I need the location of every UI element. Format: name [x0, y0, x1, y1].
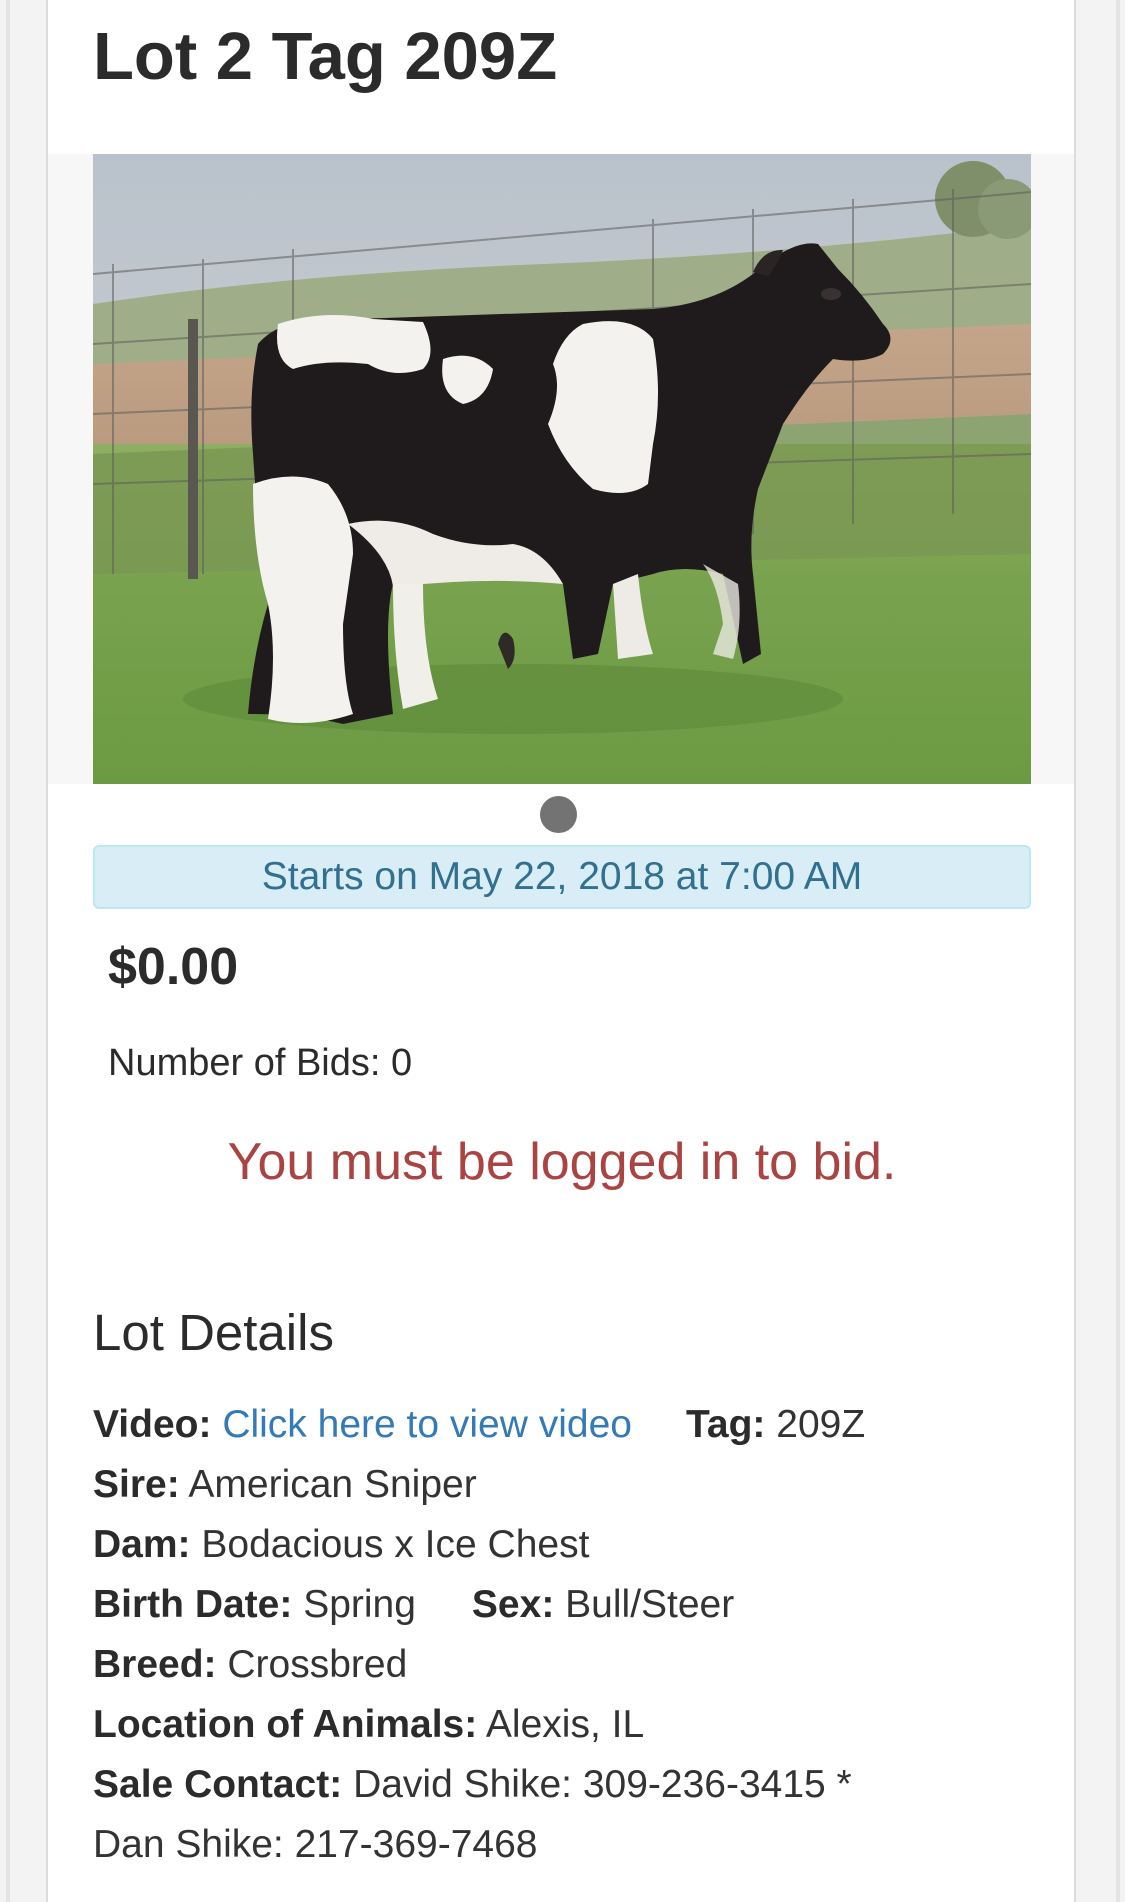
detail-row-sire: Sire: American Sniper: [93, 1455, 1053, 1515]
detail-row-breed: Breed: Crossbred: [93, 1635, 1053, 1695]
bid-count: Number of Bids: 0: [108, 1042, 413, 1084]
view-video-link[interactable]: Click here to view video: [222, 1403, 632, 1446]
sale-contact-label: Sale Contact:: [93, 1763, 343, 1806]
detail-row-dam: Dam: Bodacious x Ice Chest: [93, 1515, 1053, 1575]
video-label: Video:: [93, 1403, 212, 1446]
detail-row-contact-2: Dan Shike: 217-369-7468: [93, 1815, 1053, 1875]
sex-label: Sex:: [471, 1583, 555, 1626]
breed-label: Breed:: [93, 1643, 217, 1686]
detail-row-contact: Sale Contact: David Shike: 309-236-3415 …: [93, 1755, 1053, 1815]
start-banner-text: Starts on May 22, 2018 at 7:00 AM: [261, 855, 863, 898]
sex-value: Bull/Steer: [565, 1583, 735, 1626]
sire-value: American Sniper: [188, 1463, 477, 1506]
tag-value: 209Z: [776, 1403, 866, 1446]
dam-value: Bodacious x Ice Chest: [201, 1523, 590, 1566]
detail-row-birth-sex: Birth Date: Spring Sex: Bull/Steer: [93, 1575, 1053, 1635]
birth-date-value: Spring: [303, 1583, 416, 1626]
page-rail-right: [1116, 0, 1120, 1902]
detail-row-location: Location of Animals: Alexis, IL: [93, 1695, 1053, 1755]
lot-photo[interactable]: [93, 154, 1031, 784]
location-label: Location of Animals:: [93, 1703, 478, 1746]
tag-label: Tag:: [685, 1403, 766, 1446]
carousel-dot-active[interactable]: [540, 796, 577, 833]
login-required-message: You must be logged in to bid.: [227, 1133, 897, 1191]
sale-contact-value-2: Dan Shike: 217-369-7468: [93, 1823, 538, 1866]
auction-start-banner: Starts on May 22, 2018 at 7:00 AM: [93, 845, 1031, 909]
sale-contact-value-1: David Shike: 309-236-3415 *: [353, 1763, 852, 1806]
dam-label: Dam:: [93, 1523, 191, 1566]
current-price: $0.00: [108, 938, 239, 996]
sire-label: Sire:: [93, 1463, 180, 1506]
page-rail-left: [6, 0, 10, 1902]
lot-details-heading: Lot Details: [93, 1304, 334, 1361]
lot-details-list: Video: Click here to view video Tag: 209Z…: [93, 1395, 1053, 1875]
location-value: Alexis, IL: [485, 1703, 645, 1746]
lot-title: Lot 2 Tag 209Z: [93, 19, 558, 94]
detail-row-video-tag: Video: Click here to view video Tag: 209Z: [93, 1395, 1053, 1455]
birth-date-label: Birth Date:: [93, 1583, 293, 1626]
breed-value: Crossbred: [227, 1643, 408, 1686]
